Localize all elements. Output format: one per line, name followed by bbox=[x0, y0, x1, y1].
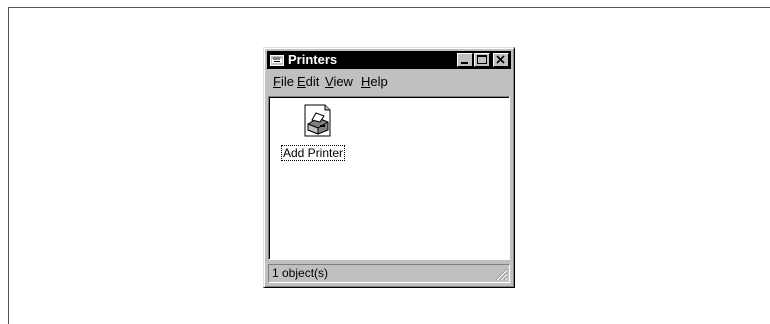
close-button[interactable] bbox=[493, 53, 509, 67]
menu-view[interactable]: View bbox=[325, 74, 353, 90]
title-bar[interactable]: Printers bbox=[267, 51, 511, 69]
menu-help[interactable]: Help bbox=[361, 74, 388, 90]
minimize-icon bbox=[461, 62, 468, 64]
frame-left-rule bbox=[8, 7, 9, 324]
window-title: Printers bbox=[288, 52, 338, 67]
resize-grip-icon[interactable] bbox=[495, 268, 508, 281]
add-printer-item[interactable]: Add Printer bbox=[275, 102, 355, 164]
close-icon bbox=[496, 55, 505, 64]
maximize-icon bbox=[477, 55, 487, 64]
add-printer-icon bbox=[304, 104, 331, 137]
folder-view[interactable]: Add Printer bbox=[268, 96, 510, 260]
menu-edit[interactable]: Edit bbox=[297, 74, 319, 90]
status-text: 1 object(s) bbox=[268, 264, 510, 283]
frame-top-rule bbox=[8, 7, 770, 8]
status-bar: 1 object(s) bbox=[268, 264, 510, 283]
maximize-button[interactable] bbox=[474, 53, 490, 67]
add-printer-label: Add Printer bbox=[281, 145, 346, 161]
menu-bar: File Edit View Help bbox=[267, 72, 511, 92]
printers-window: Printers File Edit View Help Add Printer… bbox=[263, 47, 515, 288]
printers-folder-icon bbox=[270, 55, 284, 66]
minimize-button[interactable] bbox=[457, 53, 473, 67]
menu-file[interactable]: File bbox=[273, 74, 294, 90]
